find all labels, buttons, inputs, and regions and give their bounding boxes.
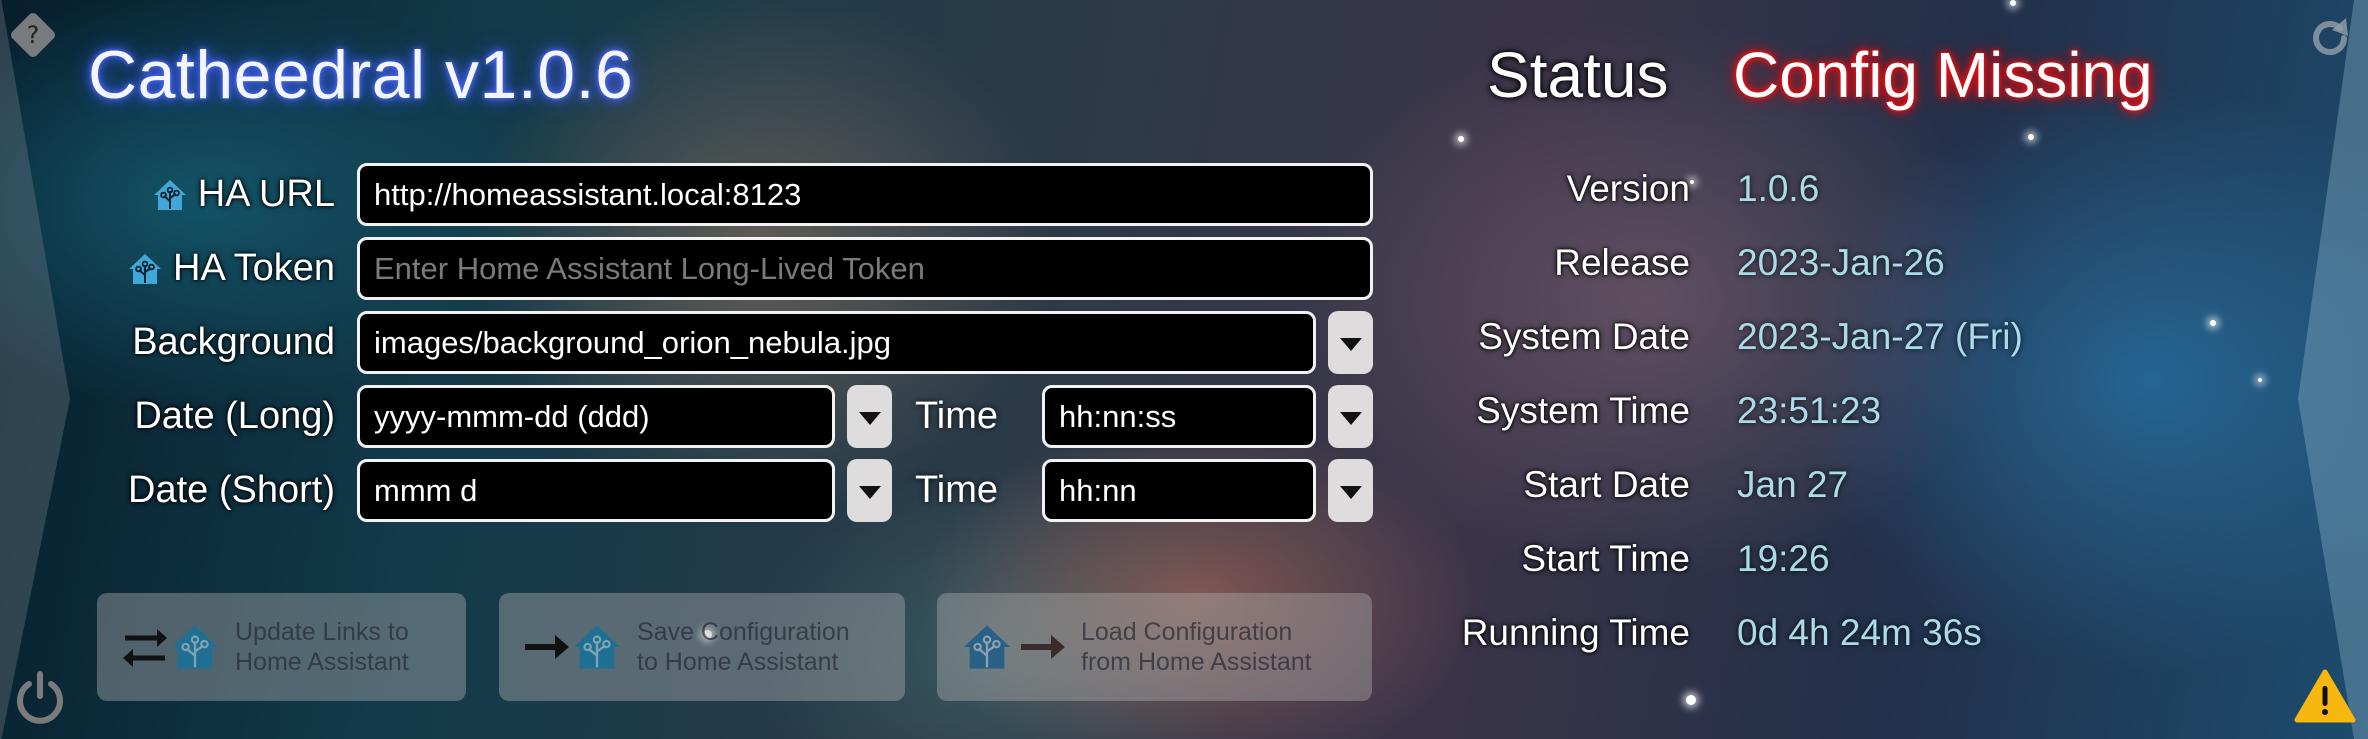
- button-label-line: Save Configuration: [637, 618, 850, 646]
- info-label-version: Version: [1566, 168, 1690, 209]
- swap-arrows-icon: [123, 629, 167, 667]
- load-configuration-button-label: Load Configuration from Home Assistant: [1081, 617, 1312, 677]
- info-label-system-date: System Date: [1478, 316, 1690, 357]
- time-long-label: Time: [915, 395, 999, 437]
- star-decoration: [1458, 136, 1464, 142]
- button-label-line: Load Configuration: [1081, 618, 1293, 646]
- triangle-down-icon: [1339, 338, 1362, 351]
- arrow-right-icon: [1021, 635, 1065, 659]
- update-links-button-label: Update Links to Home Assistant: [235, 617, 409, 677]
- time-long-input[interactable]: [1042, 385, 1316, 448]
- button-label-line: Home Assistant: [235, 648, 409, 676]
- info-value-start-date: Jan 27: [1737, 464, 1849, 505]
- info-label-start-date: Start Date: [1523, 464, 1690, 505]
- help-icon[interactable]: ?: [8, 10, 58, 60]
- ha-token-label-text: HA Token: [173, 247, 335, 289]
- info-label-running-time: Running Time: [1461, 612, 1690, 653]
- triangle-down-icon: [858, 486, 881, 499]
- save-configuration-button-label: Save Configuration to Home Assistant: [637, 617, 850, 677]
- status-value: Config Missing: [1733, 39, 2153, 111]
- background-label: Background: [132, 311, 335, 374]
- time-long-dropdown-button[interactable]: [1328, 385, 1373, 448]
- ha-url-label: HA URL: [152, 163, 335, 226]
- ha-url-input[interactable]: [357, 163, 1373, 226]
- date-long-dropdown-button[interactable]: [847, 385, 892, 448]
- info-label-release: Release: [1554, 242, 1690, 283]
- status-label: Status: [1487, 39, 1669, 111]
- info-label-system-time: System Time: [1476, 390, 1690, 431]
- info-value-running-time: 0d 4h 24m 36s: [1737, 612, 1982, 653]
- time-short-dropdown-button[interactable]: [1328, 459, 1373, 522]
- left-nav-panel[interactable]: [0, 0, 70, 739]
- date-short-label-text: Date (Short): [128, 469, 335, 511]
- background-label-text: Background: [132, 321, 335, 363]
- star-decoration: [2028, 134, 2034, 140]
- date-short-label: Date (Short): [128, 459, 335, 522]
- info-label-start-time: Start Time: [1521, 538, 1690, 579]
- star-decoration: [2210, 320, 2216, 326]
- background-input[interactable]: [357, 311, 1316, 374]
- triangle-down-icon: [858, 412, 881, 425]
- warning-icon[interactable]: [2294, 668, 2356, 724]
- arrow-right-icon: [525, 635, 569, 659]
- home-assistant-icon: [171, 625, 219, 669]
- date-long-label-text: Date (Long): [134, 395, 335, 437]
- refresh-icon[interactable]: [2306, 14, 2354, 62]
- home-assistant-icon: [153, 179, 186, 210]
- star-decoration: [2258, 378, 2262, 382]
- right-nav-panel[interactable]: [2298, 0, 2368, 739]
- app-title: Catheedral v1.0.6: [88, 37, 634, 113]
- ha-url-label-text: HA URL: [197, 173, 335, 215]
- time-short-label: Time: [915, 469, 999, 511]
- home-assistant-icon: [963, 625, 1011, 669]
- button-label-line: from Home Assistant: [1081, 648, 1312, 676]
- info-value-release: 2023-Jan-26: [1737, 242, 1945, 283]
- info-value-version: 1.0.6: [1737, 168, 1820, 209]
- home-assistant-icon: [573, 625, 621, 669]
- triangle-down-icon: [1339, 412, 1362, 425]
- date-short-input[interactable]: [357, 459, 835, 522]
- button-label-line: to Home Assistant: [637, 648, 839, 676]
- update-links-button[interactable]: Update Links to Home Assistant: [97, 593, 466, 701]
- load-configuration-button[interactable]: Load Configuration from Home Assistant: [937, 593, 1372, 701]
- ha-token-input[interactable]: [357, 237, 1373, 300]
- triangle-down-icon: [1339, 486, 1362, 499]
- ha-token-label: HA Token: [127, 237, 335, 300]
- background-dropdown-button[interactable]: [1328, 311, 1373, 374]
- date-long-label: Date (Long): [134, 385, 335, 448]
- power-icon[interactable]: [12, 668, 68, 724]
- star-decoration: [1690, 180, 1694, 184]
- info-value-system-time: 23:51:23: [1737, 390, 1882, 431]
- date-long-input[interactable]: [357, 385, 835, 448]
- info-value-system-date: 2023-Jan-27 (Fri): [1737, 316, 2023, 357]
- button-label-line: Update Links to: [235, 618, 409, 646]
- info-value-start-time: 19:26: [1737, 538, 1830, 579]
- home-assistant-icon: [129, 253, 162, 284]
- save-configuration-button[interactable]: Save Configuration to Home Assistant: [499, 593, 905, 701]
- date-short-dropdown-button[interactable]: [847, 459, 892, 522]
- star-decoration: [2010, 0, 2016, 6]
- time-short-input[interactable]: [1042, 459, 1316, 522]
- star-decoration: [1686, 695, 1696, 705]
